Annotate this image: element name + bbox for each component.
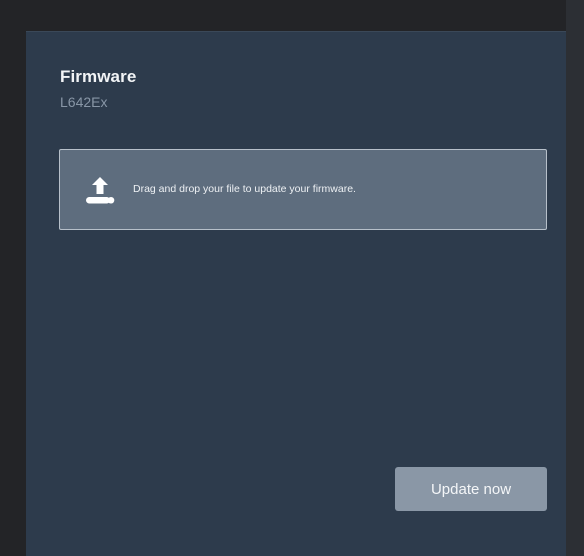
device-model: L642Ex	[60, 94, 108, 110]
background-edge	[566, 0, 584, 556]
firmware-dropzone[interactable]: Drag and drop your file to update your f…	[59, 149, 547, 230]
upload-icon	[86, 177, 115, 204]
dropzone-message: Drag and drop your file to update your f…	[133, 183, 356, 195]
panel-title: Firmware	[60, 67, 137, 86]
update-now-button[interactable]: Update now	[395, 467, 547, 511]
firmware-panel: Firmware L642Ex Drag and drop your file …	[26, 31, 566, 556]
